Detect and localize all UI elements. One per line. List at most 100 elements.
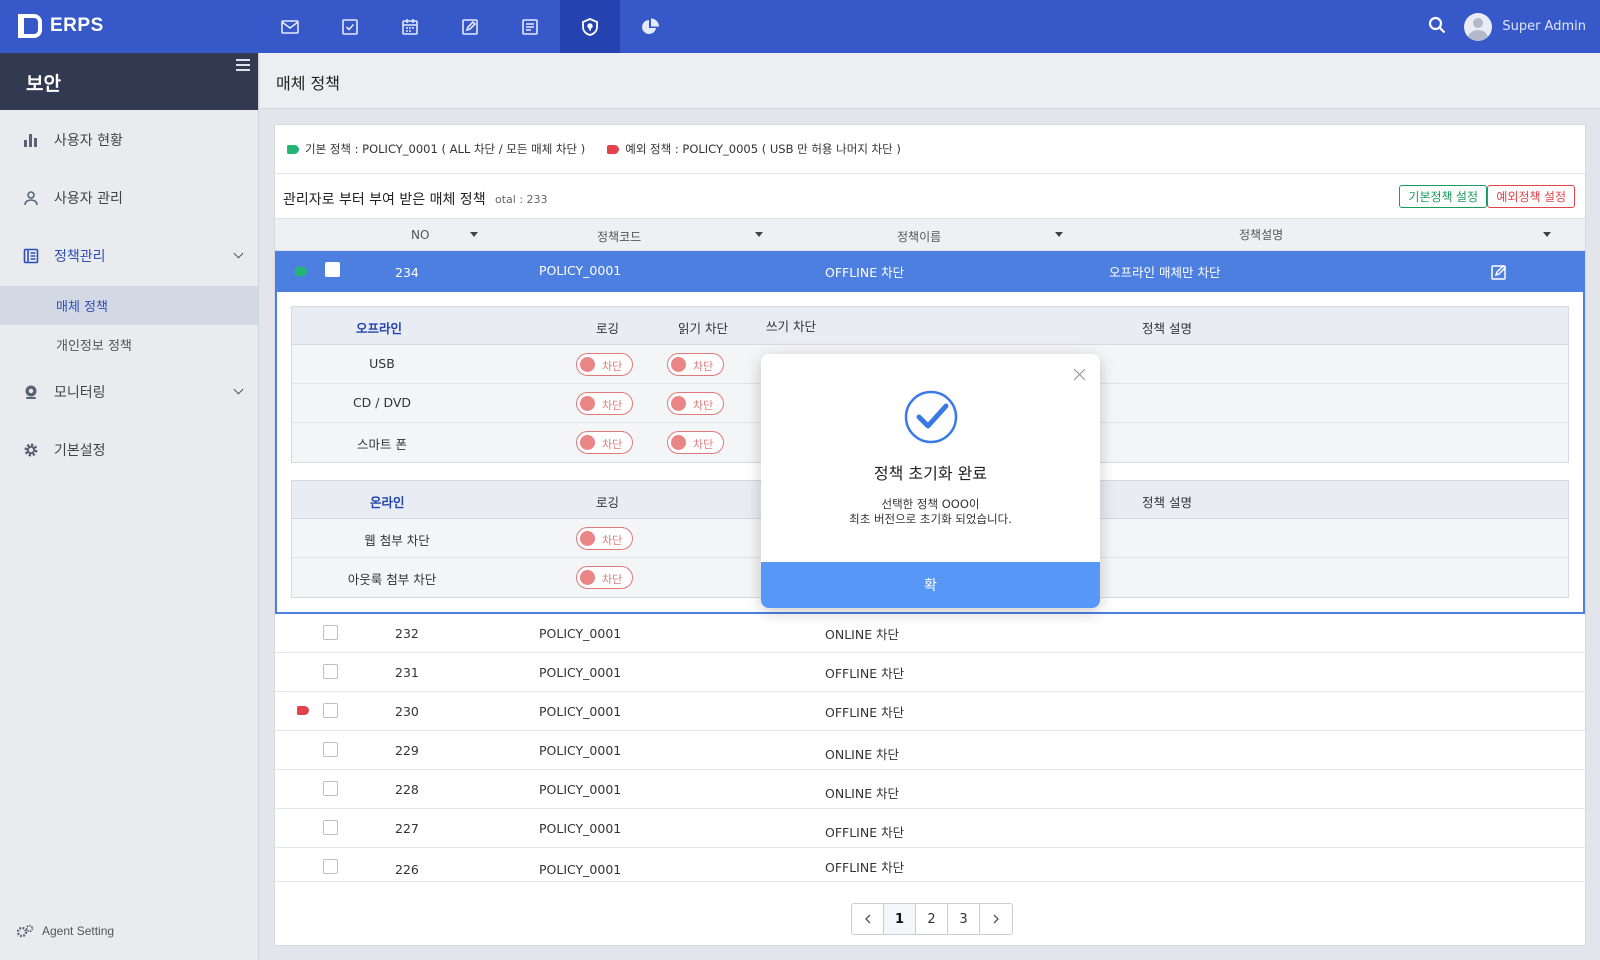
logging-toggle[interactable]: 차단	[576, 431, 633, 454]
toggle-label: 차단	[602, 573, 623, 586]
page-button-1[interactable]: 1	[884, 904, 916, 934]
sidebar-item-user-management[interactable]: 사용자 관리	[0, 178, 258, 218]
table-row[interactable]: 226 POLICY_0001 OFFLINE 차단	[275, 848, 1585, 882]
sidebar-header: 보안	[0, 53, 258, 110]
search-icon	[1429, 16, 1446, 33]
exception-policy-button[interactable]: 예외정책 설정	[1487, 185, 1575, 208]
divider	[275, 173, 1585, 174]
app-name: ERPS	[50, 15, 104, 36]
page-button-2[interactable]: 2	[916, 904, 948, 934]
row-checkbox[interactable]	[325, 262, 340, 277]
row-checkbox[interactable]	[323, 781, 338, 796]
search-button[interactable]	[1428, 16, 1446, 38]
toggle-label: 차단	[602, 399, 623, 412]
erps-logo-icon	[18, 14, 42, 38]
topnav-stats[interactable]	[620, 0, 680, 53]
toggle-label: 차단	[693, 399, 714, 412]
sidebar-subitem-privacy-policy[interactable]: 개인정보 정책	[0, 325, 258, 364]
cell-name: OFFLINE 차단	[825, 666, 905, 681]
page-button-3[interactable]: 3	[948, 904, 980, 934]
toggle-label: 차단	[693, 438, 714, 451]
row-checkbox[interactable]	[323, 742, 338, 757]
cell-no: 227	[395, 821, 419, 836]
col-write-block: 쓰기 차단	[766, 319, 816, 334]
topnav-security[interactable]	[560, 0, 620, 53]
sidebar-subitem-media-policy[interactable]: 매체 정책	[0, 286, 258, 325]
read-block-toggle[interactable]: 차단	[667, 431, 724, 454]
check-circle-icon	[904, 390, 958, 444]
modal-message: 선택한 정책 OOO이 최초 버전으로 초기화 되었습니다.	[761, 497, 1100, 527]
green-flag-icon	[295, 267, 307, 276]
cell-name: OFFLINE 차단	[825, 705, 905, 720]
media-name: 아웃룩 첨부 차단	[347, 572, 437, 587]
logging-toggle[interactable]: 차단	[576, 566, 633, 589]
table-row[interactable]: 227 POLICY_0001 OFFLINE 차단	[275, 809, 1585, 848]
topnav-document[interactable]	[500, 0, 560, 53]
col-policy-desc: 정책 설명	[1142, 321, 1192, 336]
table-row[interactable]: 228 POLICY_0001 ONLINE 차단	[275, 770, 1585, 809]
policy-legend: 기본 정책 : POLICY_0001 ( ALL 차단 / 모든 매체 차단 …	[287, 141, 901, 157]
online-category-label: 온라인	[370, 495, 405, 510]
default-policy-button[interactable]: 기본정책 설정	[1399, 185, 1487, 208]
sidebar: 보안 사용자 현황 사용자 관리 정책관리 매체 정책 개인정보 정책 모니터링…	[0, 53, 259, 960]
row-checkbox[interactable]	[323, 820, 338, 835]
agent-setting-link[interactable]: Agent Setting	[16, 924, 114, 938]
sort-caret-icon[interactable]	[1055, 232, 1063, 237]
logging-toggle[interactable]: 차단	[576, 527, 633, 550]
row-checkbox[interactable]	[323, 859, 338, 874]
page-header: 매체 정책	[260, 53, 1600, 109]
close-icon[interactable]	[1073, 368, 1086, 381]
table-row[interactable]: 229 POLICY_0001 ONLINE 차단	[275, 731, 1585, 770]
sort-caret-icon[interactable]	[470, 232, 478, 237]
user-menu[interactable]: Super Admin	[1464, 12, 1586, 41]
topnav-calendar[interactable]	[380, 0, 440, 53]
col-header-name: 정책이름	[897, 230, 942, 244]
legend-exception-policy: 예외 정책 : POLICY_0005 ( USB 만 허용 나머지 차단 )	[607, 141, 901, 157]
sidebar-item-basic-settings[interactable]: 기본설정	[0, 430, 258, 470]
read-block-toggle[interactable]: 차단	[667, 353, 724, 376]
cell-no: 228	[395, 782, 419, 797]
logging-toggle[interactable]: 차단	[576, 392, 633, 415]
table-row[interactable]: 232 POLICY_0001 ONLINE 차단	[275, 614, 1585, 653]
next-page-button[interactable]	[980, 904, 1012, 934]
topnav-tasks[interactable]	[320, 0, 380, 53]
page-title: 매체 정책	[276, 74, 340, 93]
cell-code: POLICY_0001	[539, 263, 622, 278]
sort-caret-icon[interactable]	[1543, 232, 1551, 237]
sidebar-item-user-status[interactable]: 사용자 현황	[0, 120, 258, 160]
col-header-code: 정책코드	[597, 230, 642, 244]
read-block-toggle[interactable]: 차단	[667, 392, 724, 415]
table-row[interactable]: 231 POLICY_0001 OFFLINE 차단	[275, 653, 1585, 692]
sidebar-item-monitoring[interactable]: 모니터링	[0, 372, 258, 412]
sort-caret-icon[interactable]	[755, 232, 763, 237]
policy-reset-modal: 정책 초기화 완료 선택한 정책 OOO이 최초 버전으로 초기화 되었습니다.…	[761, 354, 1100, 608]
toggle-label: 차단	[602, 360, 623, 373]
cell-name: OFFLINE 차단	[825, 825, 905, 840]
policy-icon	[22, 247, 40, 265]
pagination: 1 2 3	[851, 903, 1013, 935]
hamburger-menu-icon[interactable]	[236, 59, 250, 71]
sidebar-item-policy-management[interactable]: 정책관리	[0, 236, 258, 276]
row-checkbox[interactable]	[323, 625, 338, 640]
shield-icon	[582, 17, 598, 36]
col-header-no: NO	[411, 228, 430, 242]
topnav-edit[interactable]	[440, 0, 500, 53]
logging-toggle[interactable]: 차단	[576, 353, 633, 376]
media-name: 스마트 폰	[357, 437, 407, 452]
cell-no: 232	[395, 626, 419, 641]
cell-name: ONLINE 차단	[825, 627, 900, 642]
user-name: Super Admin	[1502, 19, 1586, 34]
prev-page-button[interactable]	[852, 904, 884, 934]
confirm-button[interactable]: 확	[761, 562, 1100, 608]
brand[interactable]: ERPS	[18, 14, 104, 38]
green-flag-icon	[287, 144, 299, 154]
table-row-selected[interactable]: 234 POLICY_0001 OFFLINE 차단 오프라인 매체만 차단	[275, 251, 1585, 292]
table-row[interactable]: 230 POLICY_0001 OFFLINE 차단	[275, 692, 1585, 731]
col-read-block: 읽기 차단	[678, 321, 728, 336]
cell-name: ONLINE 차단	[825, 747, 900, 762]
topnav-mail[interactable]	[260, 0, 320, 53]
edit-icon[interactable]	[1491, 264, 1507, 280]
row-checkbox[interactable]	[323, 703, 338, 718]
row-checkbox[interactable]	[323, 664, 338, 679]
sidebar-title: 보안	[26, 73, 61, 95]
